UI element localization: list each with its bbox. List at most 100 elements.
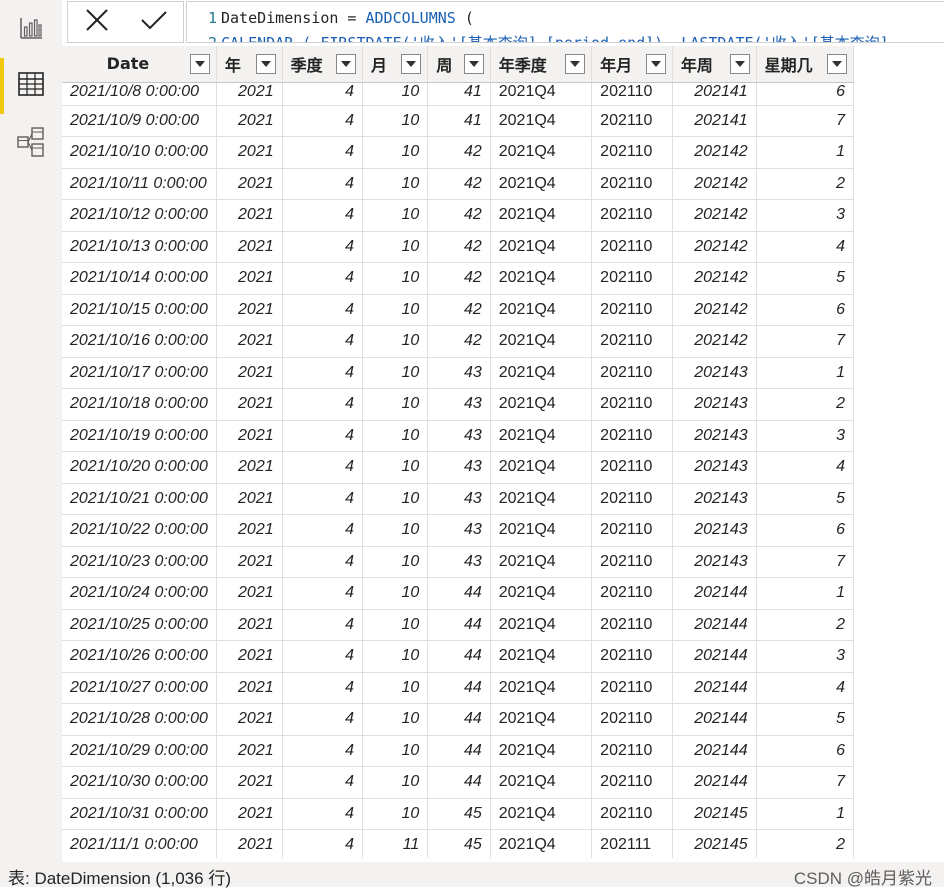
table-cell[interactable]: 2021	[216, 231, 283, 263]
table-cell[interactable]: 2021	[216, 829, 283, 858]
column-header[interactable]: 年季度	[490, 46, 593, 83]
table-cell[interactable]: 4	[756, 672, 854, 704]
table-cell[interactable]: 44	[427, 766, 491, 799]
report-view-button[interactable]	[0, 0, 62, 56]
table-cell[interactable]: 2021/10/25 0:00:00	[62, 609, 217, 641]
table-cell[interactable]: 2021	[216, 420, 283, 452]
table-cell[interactable]: 2021Q4	[490, 546, 593, 578]
table-cell[interactable]: 2021/10/30 0:00:00	[62, 766, 217, 799]
column-header[interactable]: 年周	[672, 46, 757, 83]
table-cell[interactable]: 2021/10/28 0:00:00	[62, 703, 217, 736]
filter-dropdown-button[interactable]	[645, 54, 666, 74]
table-cell[interactable]: 202145	[672, 829, 757, 858]
cancel-formula-button[interactable]	[68, 2, 126, 42]
table-cell[interactable]: 202110	[591, 105, 673, 137]
table-cell[interactable]: 2021	[216, 357, 283, 389]
table-cell[interactable]: 4	[282, 798, 363, 830]
table-cell[interactable]: 2021Q4	[490, 357, 593, 389]
filter-dropdown-button[interactable]	[401, 54, 422, 74]
table-cell[interactable]: 202144	[672, 766, 757, 799]
table-cell[interactable]: 10	[362, 420, 429, 452]
table-cell[interactable]: 4	[282, 262, 363, 295]
table-cell[interactable]: 202110	[591, 609, 673, 641]
table-cell[interactable]: 7	[756, 105, 854, 137]
table-cell[interactable]: 42	[427, 231, 491, 263]
table-cell[interactable]: 4	[282, 168, 363, 200]
table-cell[interactable]: 2021	[216, 262, 283, 295]
table-cell[interactable]: 2021/10/24 0:00:00	[62, 577, 217, 610]
table-cell[interactable]: 202110	[591, 325, 673, 358]
table-cell[interactable]: 202110	[591, 546, 673, 578]
table-cell[interactable]: 2021	[216, 483, 283, 515]
table-cell[interactable]: 202142	[672, 168, 757, 200]
filter-dropdown-button[interactable]	[565, 54, 586, 74]
table-cell[interactable]: 2021Q4	[490, 451, 593, 484]
table-cell[interactable]: 11	[362, 829, 429, 858]
table-cell[interactable]: 4	[282, 483, 363, 515]
table-cell[interactable]: 202143	[672, 420, 757, 452]
table-cell[interactable]: 4	[282, 577, 363, 610]
table-cell[interactable]: 202110	[591, 294, 673, 326]
table-cell[interactable]: 4	[282, 640, 363, 673]
table-cell[interactable]: 10	[362, 672, 429, 704]
table-cell[interactable]: 41	[427, 105, 491, 137]
table-cell[interactable]: 4	[282, 514, 363, 547]
table-cell[interactable]: 202110	[591, 262, 673, 295]
table-cell[interactable]: 2021Q4	[490, 420, 593, 452]
table-cell[interactable]: 202110	[591, 357, 673, 389]
table-cell[interactable]: 10	[362, 82, 429, 106]
table-cell[interactable]: 2021	[216, 546, 283, 578]
table-cell[interactable]: 4	[282, 136, 363, 169]
table-cell[interactable]: 202110	[591, 514, 673, 547]
table-cell[interactable]: 202110	[591, 451, 673, 484]
table-cell[interactable]: 45	[427, 798, 491, 830]
table-cell[interactable]: 44	[427, 672, 491, 704]
table-cell[interactable]: 202111	[591, 829, 673, 858]
table-cell[interactable]: 41	[427, 82, 491, 106]
table-cell[interactable]: 2021	[216, 136, 283, 169]
table-cell[interactable]: 4	[282, 735, 363, 767]
table-cell[interactable]: 10	[362, 325, 429, 358]
table-cell[interactable]: 10	[362, 514, 429, 547]
table-cell[interactable]: 10	[362, 262, 429, 295]
table-cell[interactable]: 202143	[672, 546, 757, 578]
table-cell[interactable]: 2021	[216, 735, 283, 767]
table-cell[interactable]: 44	[427, 609, 491, 641]
table-cell[interactable]: 202110	[591, 388, 673, 421]
table-cell[interactable]: 2021	[216, 514, 283, 547]
table-cell[interactable]: 202143	[672, 388, 757, 421]
table-cell[interactable]: 10	[362, 483, 429, 515]
table-cell[interactable]: 4	[282, 388, 363, 421]
table-cell[interactable]: 2021Q4	[490, 294, 593, 326]
table-cell[interactable]: 4	[282, 199, 363, 232]
table-cell[interactable]: 10	[362, 703, 429, 736]
table-cell[interactable]: 202110	[591, 577, 673, 610]
table-cell[interactable]: 202110	[591, 199, 673, 232]
table-cell[interactable]: 202110	[591, 766, 673, 799]
table-cell[interactable]: 2021Q4	[490, 672, 593, 704]
table-cell[interactable]: 43	[427, 357, 491, 389]
table-cell[interactable]: 2021/10/20 0:00:00	[62, 451, 217, 484]
table-cell[interactable]: 2021Q4	[490, 735, 593, 767]
table-cell[interactable]: 2021Q4	[490, 388, 593, 421]
table-cell[interactable]: 43	[427, 451, 491, 484]
table-cell[interactable]: 2021	[216, 451, 283, 484]
table-cell[interactable]: 4	[282, 672, 363, 704]
table-cell[interactable]: 10	[362, 168, 429, 200]
table-cell[interactable]: 202143	[672, 483, 757, 515]
table-cell[interactable]: 2021/10/22 0:00:00	[62, 514, 217, 547]
column-header[interactable]: 周	[427, 46, 491, 83]
table-cell[interactable]: 2021Q4	[490, 798, 593, 830]
table-cell[interactable]: 7	[756, 766, 854, 799]
table-cell[interactable]: 2021/10/19 0:00:00	[62, 420, 217, 452]
table-cell[interactable]: 202141	[672, 105, 757, 137]
table-cell[interactable]: 4	[756, 451, 854, 484]
table-cell[interactable]: 2021	[216, 82, 283, 106]
table-cell[interactable]: 2021/10/15 0:00:00	[62, 294, 217, 326]
table-cell[interactable]: 202110	[591, 82, 673, 106]
table-cell[interactable]: 2021	[216, 766, 283, 799]
table-cell[interactable]: 2021/10/13 0:00:00	[62, 231, 217, 263]
table-cell[interactable]: 2	[756, 168, 854, 200]
table-cell[interactable]: 202142	[672, 325, 757, 358]
table-cell[interactable]: 1	[756, 798, 854, 830]
